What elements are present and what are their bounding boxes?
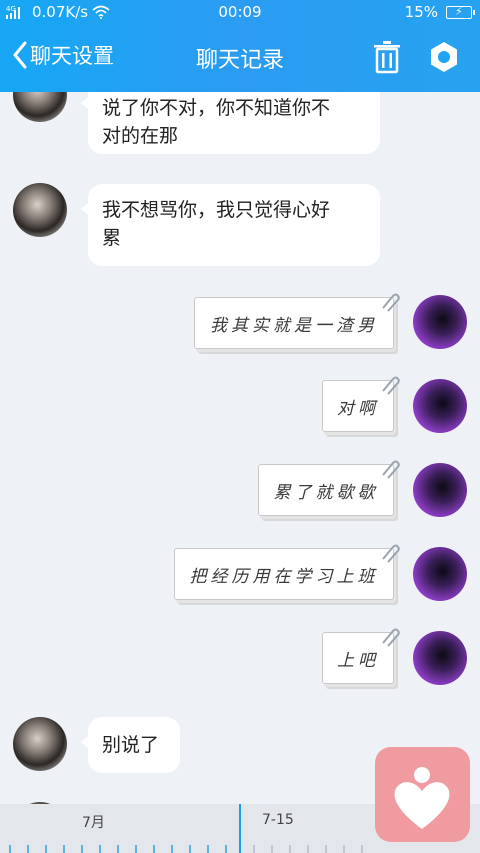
page-title: 聊天记录 (195, 48, 284, 73)
message-text: 我不想骂你，我只觉得心好 (102, 199, 331, 221)
avatar[interactable] (413, 463, 467, 517)
avatar[interactable] (413, 379, 467, 433)
message-bubble[interactable]: 累了就歇歇 (258, 460, 400, 516)
message-bubble[interactable]: 说了你不对，你不知道你不 对的在那 (81, 92, 380, 154)
message-text: 对的在那 (102, 125, 179, 147)
paperclip-icon (382, 544, 400, 563)
nav-bar: 聊天设置 聊天记录 (0, 26, 480, 90)
battery-icon: ⚡ (446, 5, 475, 19)
message-text: 对啊 (337, 398, 379, 419)
message-text: 别说了 (102, 734, 160, 756)
trash-icon[interactable] (372, 40, 402, 74)
paperclip-icon (382, 460, 400, 479)
avatar[interactable] (413, 631, 467, 685)
message-text: 把经历用在学习上班 (189, 566, 379, 587)
paperclip-icon (382, 628, 400, 647)
message-text: 累 (102, 227, 122, 249)
avatar[interactable] (413, 547, 467, 601)
message-bubble[interactable]: 上吧 (322, 628, 400, 684)
message-bubble[interactable]: 对啊 (322, 376, 400, 432)
chat-area[interactable]: 说了你不对，你不知道你不 对的在那 我不想骂你，我只觉得心好 累 我其实就是一渣… (0, 92, 480, 804)
paperclip-icon (382, 293, 400, 312)
avatar[interactable] (13, 183, 67, 237)
header: 4G 0.07K/s 00:09 15% ⚡ 聊天设置 聊天记录 (0, 0, 480, 92)
paperclip-icon (382, 376, 400, 395)
message-text: 累了就歇歇 (273, 482, 379, 503)
message-text: 上吧 (337, 650, 379, 671)
message-text: 说了你不对，你不知道你不 (102, 97, 331, 119)
message-bubble[interactable]: 我不想骂你，我只觉得心好 累 (81, 184, 380, 266)
avatar[interactable] (13, 717, 67, 771)
floating-heart-button[interactable] (375, 747, 470, 842)
timeline-date-label: 7-15 (262, 812, 294, 828)
status-bar: 4G 0.07K/s 00:09 15% ⚡ (0, 0, 480, 26)
settings-icon[interactable] (428, 40, 460, 74)
avatar[interactable] (413, 295, 467, 349)
heart-person-icon (394, 767, 450, 829)
message-bubble[interactable]: 我其实就是一渣男 (194, 293, 400, 349)
message-bubble[interactable]: 把经历用在学习上班 (174, 544, 400, 600)
timeline-month-label: 7月 (82, 815, 105, 831)
message-bubble[interactable]: 别说了 (81, 717, 180, 773)
battery-percent: 15% (404, 3, 438, 21)
avatar[interactable] (13, 92, 67, 122)
message-text: 我其实就是一渣男 (210, 315, 378, 336)
